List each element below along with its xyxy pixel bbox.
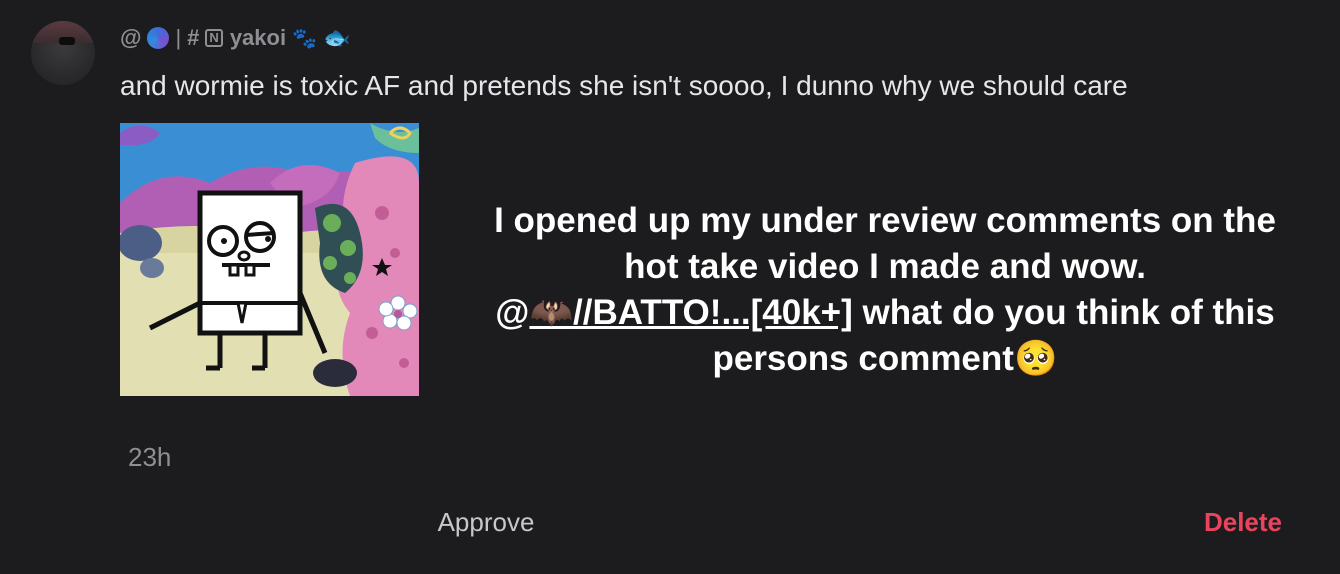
username[interactable]: @ | # N yakoi 🐾 🐟 [120, 24, 350, 52]
bat-icon: 🦇 [529, 293, 574, 332]
pleading-face-icon: 🥺 [1013, 339, 1058, 378]
username-separator: | [175, 25, 182, 50]
caption-line-2: hot take video I made and wow. [624, 247, 1146, 286]
fish-icon: 🐟 [322, 25, 351, 50]
caption-mention-name: //BATTO!...[40k+] [573, 293, 853, 332]
video-caption-overlay: I opened up my under review comments on … [430, 198, 1340, 382]
caption-line-1: I opened up my under review comments on … [494, 201, 1276, 240]
avatar[interactable] [31, 21, 95, 85]
caption-line-4-text: persons comment [712, 339, 1014, 378]
caption-mention[interactable]: 🦇//BATTO!...[40k+] [529, 293, 852, 332]
boxed-letter-icon: N [205, 29, 223, 47]
username-name: yakoi [229, 25, 287, 50]
comment-timestamp: 23h [128, 442, 172, 472]
approve-button[interactable]: Approve [400, 500, 572, 544]
caption-line-4: persons comment🥺 [430, 336, 1340, 382]
paw-icon: 🐾 [292, 27, 317, 50]
fingerprint-swirl-icon [147, 27, 170, 49]
doodlebob-image [120, 123, 419, 396]
comment-text: and wormie is toxic AF and pretends she … [120, 70, 1128, 101]
delete-button[interactable]: Delete [1180, 500, 1306, 544]
caption-mention-at: @ [495, 293, 530, 332]
username-hash: # [187, 25, 200, 50]
username-at: @ [120, 25, 142, 50]
caption-line-3: @🦇//BATTO!...[40k+] what do you think of… [430, 290, 1340, 336]
comment-review-screen: @ | # N yakoi 🐾 🐟 and wormie is toxic AF… [0, 0, 1340, 574]
caption-line-3-rest: what do you think of this [852, 293, 1275, 332]
video-thumbnail[interactable] [120, 123, 419, 396]
avatar-figure [59, 37, 75, 45]
